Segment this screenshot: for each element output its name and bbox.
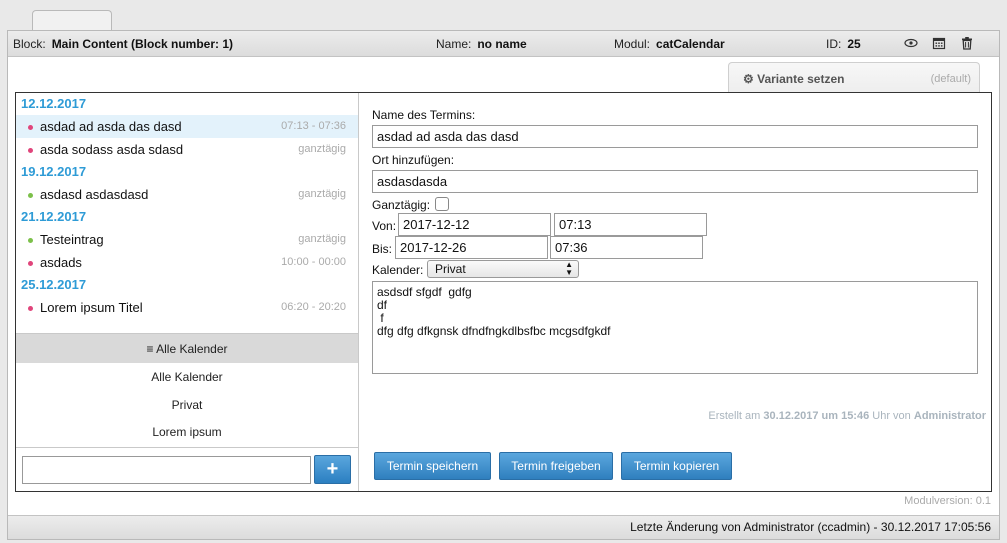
name-label: Name: [436,37,472,51]
ganztaegig-checkbox[interactable] [435,197,449,211]
event-dot [28,193,33,198]
divider [16,447,358,448]
calendar-filter-item[interactable]: Privat [16,392,358,419]
new-calendar-input[interactable] [22,456,311,484]
event-dot [28,306,33,311]
block-label: Block: [13,37,46,51]
calendar-content: 12.12.2017 asdad ad asda das dasd 07:13 … [15,92,992,492]
created-mid: Uhr von [872,410,911,422]
von-date-input[interactable]: 2017-12-12 [398,213,551,236]
created-user: Administrator [913,410,986,422]
event-item[interactable]: Lorem ipsum Titel 06:20 - 20:20 [16,296,358,319]
event-title: asdasd asdasdasd [40,187,149,202]
event-title: Testeintrag [40,232,104,247]
event-form: Name des Termins: asdad ad asda das dasd… [360,93,992,491]
event-time: 06:20 - 20:20 [281,301,346,313]
modul-label: Modul: [614,37,651,51]
modul-info: Modul: catCalendar [614,37,725,51]
name-value: no name [477,37,527,51]
ort-input[interactable]: asdasdasda [372,170,978,193]
module-version: Modulversion: 0.1 [904,495,991,507]
date-heading: 25.12.2017 [21,277,87,292]
gear-icon: ⚙ [743,72,754,86]
event-item[interactable]: asdasd asdasdasd ganztägig [16,183,358,206]
calendar-filter-header[interactable]: ≡ Alle Kalender [16,333,358,363]
kalender-label: Kalender: [372,263,424,277]
event-list: 12.12.2017 asdad ad asda das dasd 07:13 … [16,93,358,319]
select-arrows-icon: ▲ ▼ [565,260,573,277]
block-header: Block: Main Content (Block number: 1) Nam… [8,31,999,57]
calendar-icon[interactable] [931,36,947,52]
block-value: Main Content (Block number: 1) [51,37,234,51]
event-title: asdad ad asda das dasd [40,119,182,134]
name-info: Name: no name [436,37,527,51]
event-dot [28,261,33,266]
event-title: asdads [40,255,82,270]
id-info: ID: 25 [826,37,861,51]
event-time: ganztägig [298,143,346,155]
event-time: ganztägig [298,188,346,200]
event-item[interactable]: asdad ad asda das dasd 07:13 - 07:36 [16,115,358,138]
event-dot [28,148,33,153]
top-tab[interactable] [32,10,112,32]
description-textarea[interactable]: asdsdf sfgdf gdfg df f dfg dfg dfkgnsk d… [372,281,978,374]
calendar-filter-item[interactable]: Alle Kalender [16,364,358,391]
date-heading: 19.12.2017 [21,164,87,179]
bis-time-input[interactable]: 07:36 [550,236,703,259]
eye-icon[interactable] [903,36,919,52]
date-heading: 21.12.2017 [21,209,87,224]
trash-icon[interactable] [959,36,975,52]
event-time: 10:00 - 00:00 [281,256,346,268]
created-prefix: Erstellt am [708,410,761,422]
von-time-input[interactable]: 07:13 [554,213,707,236]
von-label: Von: [372,219,397,233]
calendar-filter-item[interactable]: Lorem ipsum [16,419,358,446]
created-info: Erstellt am 30.12.2017 um 15:46 Uhr von … [708,410,986,422]
modul-value: catCalendar [656,37,725,51]
id-label: ID: [826,37,842,51]
last-change-footer: Letzte Änderung von Administrator (ccadm… [8,515,999,539]
event-time: ganztägig [298,233,346,245]
created-date: 30.12.2017 um 15:46 [763,410,870,422]
copy-event-button[interactable]: Termin kopieren [621,452,732,480]
event-item[interactable]: Testeintrag ganztägig [16,228,358,251]
event-time: 07:13 - 07:36 [281,120,346,132]
name-field-label: Name des Termins: [372,108,476,122]
add-calendar-button[interactable]: + [314,455,351,484]
ganztaegig-label: Ganztägig: [372,198,431,212]
event-item[interactable]: asda sodass asda sdasd ganztägig [16,138,358,161]
kalender-select[interactable]: Privat ▲ ▼ [427,260,579,278]
variant-label: ⚙ Variante setzen [743,72,844,86]
list-icon: ≡ [146,342,154,356]
ort-field-label: Ort hinzufügen: [372,153,455,167]
event-title: Lorem ipsum Titel [40,300,143,315]
event-item[interactable]: asdads 10:00 - 00:00 [16,251,358,274]
date-heading: 12.12.2017 [21,96,87,111]
variant-default: (default) [930,73,971,85]
bis-label: Bis: [372,242,393,256]
release-event-button[interactable]: Termin freigeben [499,452,613,480]
event-name-input[interactable]: asdad ad asda das dasd [372,125,978,148]
event-dot [28,125,33,130]
event-dot [28,238,33,243]
variant-label-text: Variante setzen [757,72,845,86]
event-list-panel: 12.12.2017 asdad ad asda das dasd 07:13 … [16,93,359,491]
header-actions [903,36,975,52]
bis-date-input[interactable]: 2017-12-26 [395,236,548,259]
module-frame: Block: Main Content (Block number: 1) Nam… [7,30,1000,540]
id-value: 25 [847,37,861,51]
save-event-button[interactable]: Termin speichern [374,452,491,480]
variant-tab[interactable]: ⚙ Variante setzen (default) [728,62,980,92]
kalender-select-value: Privat [435,262,466,276]
calendar-filter-header-label: Alle Kalender [156,342,228,356]
block-info: Block: Main Content (Block number: 1) [13,37,233,51]
event-title: asda sodass asda sdasd [40,142,184,157]
